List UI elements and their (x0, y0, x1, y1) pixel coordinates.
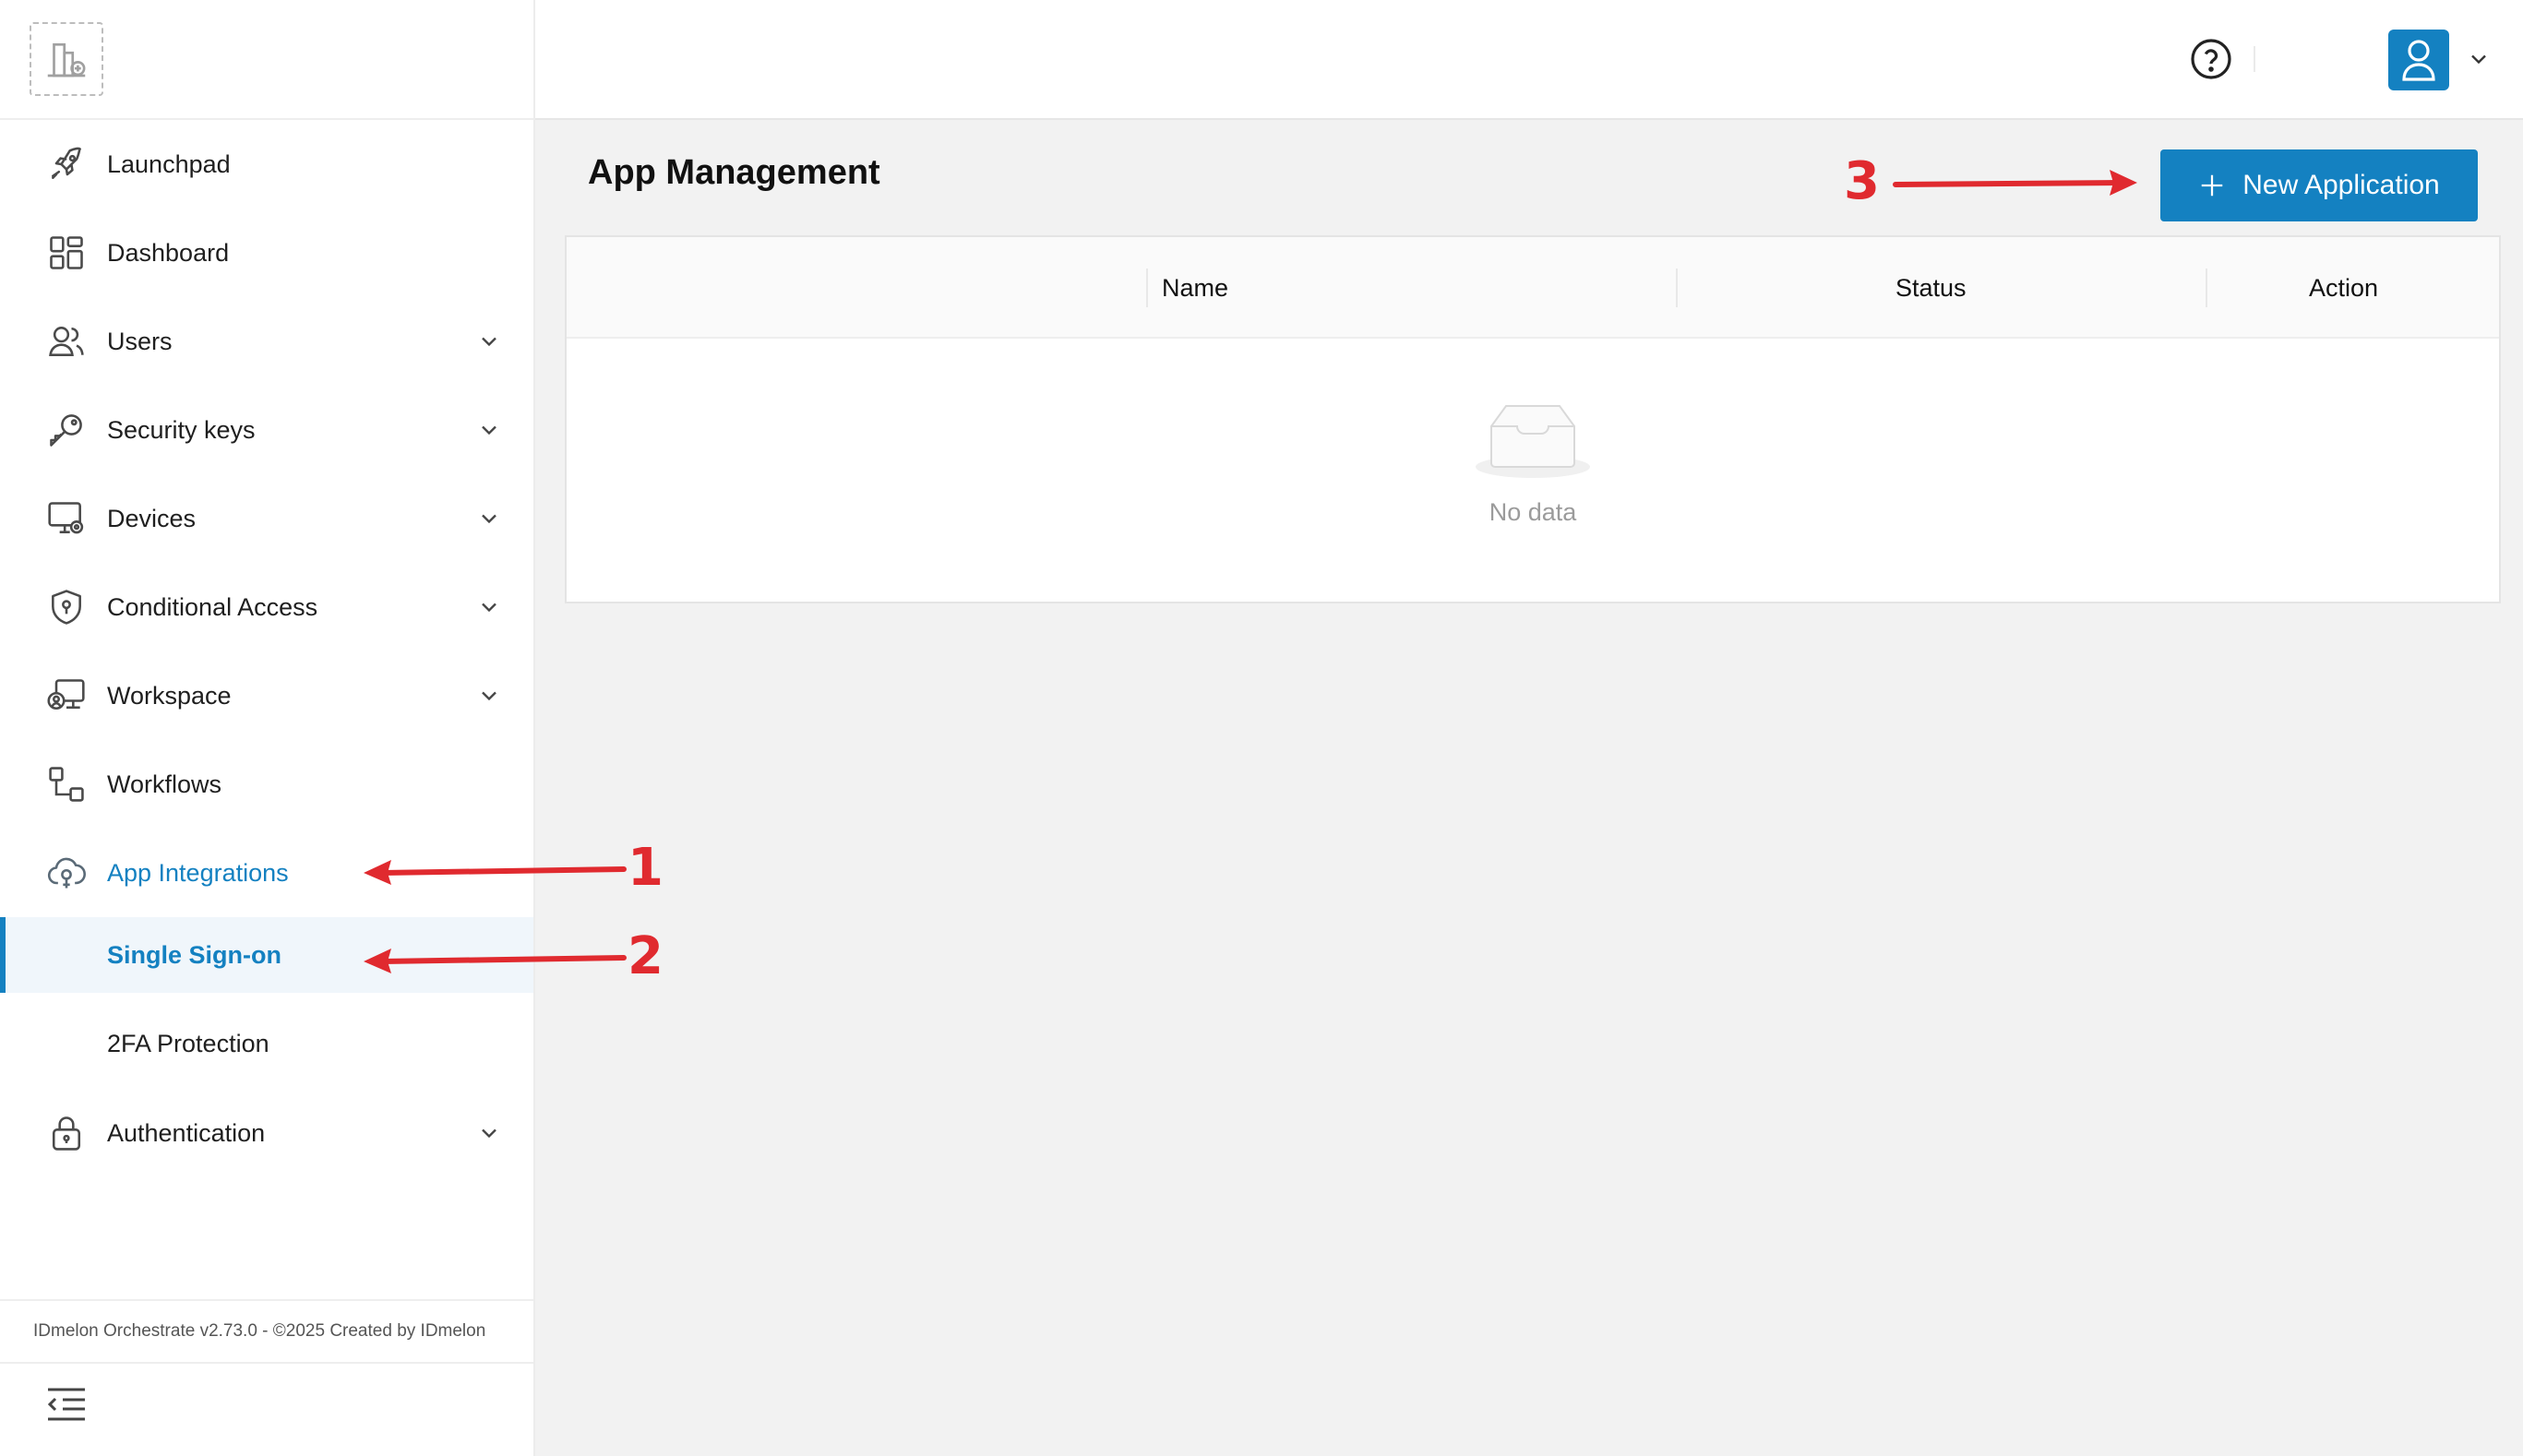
shield-icon (44, 585, 89, 629)
question-circle-icon (2191, 39, 2231, 79)
sidebar-item-workspace[interactable]: Workspace (0, 651, 533, 740)
sidebar-item-conditional-access[interactable]: Conditional Access (0, 563, 533, 651)
column-header-status[interactable]: Status (1895, 237, 1967, 339)
workflow-icon (44, 762, 89, 806)
building-icon (47, 42, 86, 78)
annotation-arrow-2 (364, 949, 627, 973)
column-header-name[interactable]: Name (1162, 237, 1228, 339)
workspace-icon (44, 674, 89, 718)
sidebar-item-label: App Integrations (107, 858, 289, 887)
sidebar-item-label: Devices (107, 504, 197, 532)
sidebar-item-authentication[interactable]: Authentication (0, 1089, 533, 1177)
sidebar-item-label: Users (107, 327, 173, 355)
sidebar-item-label: Workflows (107, 770, 222, 798)
sidebar-item-label: Dashboard (107, 238, 230, 267)
new-application-label: New Application (2242, 170, 2440, 200)
help-button[interactable] (2189, 37, 2233, 81)
empty-state-text: No data (1489, 498, 1577, 526)
plus-icon (2202, 174, 2223, 197)
version-footer: IDmelon Orchestrate v2.73.0 - ©2025 Crea… (0, 1299, 533, 1364)
sidebar-item-label: Workspace (107, 681, 232, 710)
rocket-icon (44, 142, 89, 186)
sidebar-item-dashboard[interactable]: Dashboard (0, 209, 533, 297)
new-application-button[interactable]: New Application (2160, 149, 2478, 221)
sidebar-item-users[interactable]: Users (0, 297, 533, 386)
logo-bar (0, 0, 533, 120)
dashboard-icon (44, 231, 89, 275)
chevron-down-icon (482, 425, 496, 436)
table-header: Name Status Action (567, 237, 2499, 339)
sidebar-subitem-2fa-protection[interactable]: 2FA Protection (0, 1006, 533, 1081)
sidebar-item-label: Security keys (107, 415, 256, 444)
sidebar-item-security-keys[interactable]: Security keys (0, 386, 533, 474)
users-icon (44, 319, 89, 364)
sidebar-subitem-label: 2FA Protection (107, 1029, 269, 1057)
empty-inbox-icon (1476, 405, 1590, 478)
chevron-down-icon (482, 337, 496, 347)
sidebar-item-workflows[interactable]: Workflows (0, 740, 533, 829)
column-header-action[interactable]: Action (2309, 237, 2378, 339)
column-divider (2206, 269, 2207, 307)
user-icon (2402, 40, 2435, 81)
collapse-sidebar-button[interactable] (44, 1386, 89, 1423)
cloud-icon (44, 851, 89, 895)
header-divider (2254, 46, 2255, 72)
chevron-down-icon (482, 691, 496, 701)
sidebar-item-label: Launchpad (107, 149, 231, 178)
sidebar-item-devices[interactable]: Devices (0, 474, 533, 563)
sidebar-item-label: Authentication (107, 1118, 266, 1147)
menu-collapse-icon (47, 1388, 85, 1421)
chevron-down-icon[interactable] (2466, 46, 2492, 72)
sidebar-item-launchpad[interactable]: Launchpad (0, 120, 533, 209)
key-icon (44, 408, 89, 452)
lock-icon (44, 1111, 89, 1155)
column-divider (1676, 269, 1678, 307)
chevron-down-icon (482, 1128, 496, 1139)
annotation-number-1: 1 (628, 838, 664, 898)
annotation-arrow-3 (1893, 170, 2137, 196)
sidebar-menu: Launchpad Dashboard Users Security keys … (0, 120, 533, 1177)
page-title: App Management (588, 153, 880, 192)
sidebar-subitem-label: Single Sign-on (107, 940, 281, 969)
app-root: Launchpad Dashboard Users Security keys … (0, 0, 2523, 1456)
user-avatar[interactable] (2388, 30, 2449, 90)
annotation-number-2: 2 (628, 926, 664, 986)
org-logo[interactable] (30, 22, 103, 96)
sidebar: Launchpad Dashboard Users Security keys … (0, 0, 535, 1456)
annotation-number-3: 3 (1844, 151, 1880, 211)
sidebar-item-label: Conditional Access (107, 592, 318, 621)
chevron-down-icon (482, 603, 496, 613)
top-header (535, 0, 2523, 120)
chevron-down-icon (482, 514, 496, 524)
column-divider (1146, 269, 1148, 307)
annotation-arrow-1 (364, 860, 627, 885)
devices-icon (44, 496, 89, 541)
